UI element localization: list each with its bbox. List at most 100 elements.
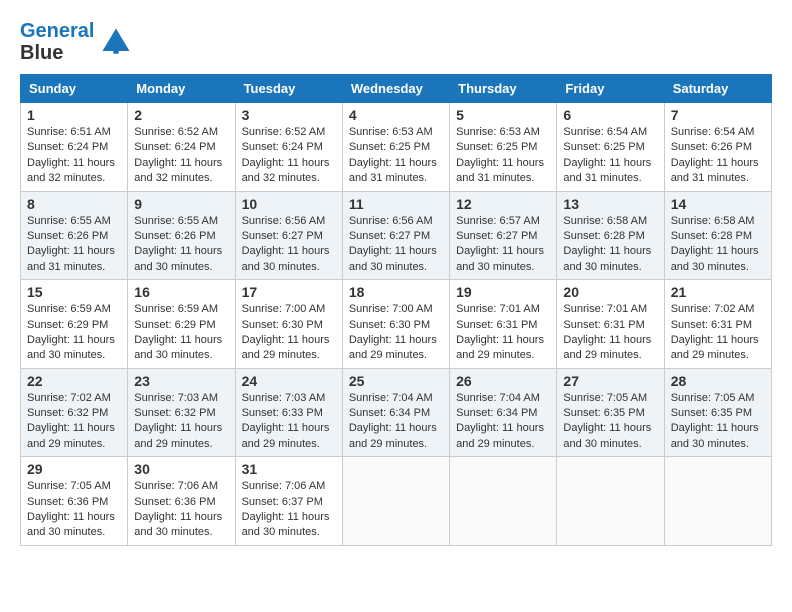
calendar-cell: 20 Sunrise: 7:01 AMSunset: 6:31 PMDaylig… (557, 280, 664, 369)
day-info: Sunrise: 7:01 AMSunset: 6:31 PMDaylight:… (563, 302, 657, 364)
calendar-cell: 13 Sunrise: 6:58 AMSunset: 6:28 PMDaylig… (557, 191, 664, 280)
day-info: Sunrise: 6:59 AMSunset: 6:29 PMDaylight:… (134, 302, 228, 364)
day-number: 11 (349, 196, 443, 212)
day-info: Sunrise: 6:51 AMSunset: 6:24 PMDaylight:… (27, 125, 121, 187)
calendar-cell: 8 Sunrise: 6:55 AMSunset: 6:26 PMDayligh… (21, 191, 128, 280)
day-info: Sunrise: 7:03 AMSunset: 6:33 PMDaylight:… (242, 391, 336, 453)
calendar-cell: 1 Sunrise: 6:51 AMSunset: 6:24 PMDayligh… (21, 103, 128, 192)
calendar-cell: 24 Sunrise: 7:03 AMSunset: 6:33 PMDaylig… (235, 368, 342, 457)
day-info: Sunrise: 7:00 AMSunset: 6:30 PMDaylight:… (349, 302, 443, 364)
logo: GeneralBlue (20, 20, 134, 64)
day-info: Sunrise: 6:54 AMSunset: 6:25 PMDaylight:… (563, 125, 657, 187)
day-info: Sunrise: 7:01 AMSunset: 6:31 PMDaylight:… (456, 302, 550, 364)
calendar-cell: 22 Sunrise: 7:02 AMSunset: 6:32 PMDaylig… (21, 368, 128, 457)
calendar-week-row: 29 Sunrise: 7:05 AMSunset: 6:36 PMDaylig… (21, 457, 772, 546)
day-number: 10 (242, 196, 336, 212)
day-number: 18 (349, 284, 443, 300)
calendar-cell (664, 457, 771, 546)
day-info: Sunrise: 6:52 AMSunset: 6:24 PMDaylight:… (242, 125, 336, 187)
day-number: 5 (456, 107, 550, 123)
day-number: 15 (27, 284, 121, 300)
weekday-header-sunday: Sunday (21, 75, 128, 103)
calendar-cell: 7 Sunrise: 6:54 AMSunset: 6:26 PMDayligh… (664, 103, 771, 192)
calendar-cell: 12 Sunrise: 6:57 AMSunset: 6:27 PMDaylig… (450, 191, 557, 280)
day-info: Sunrise: 6:55 AMSunset: 6:26 PMDaylight:… (27, 214, 121, 276)
day-info: Sunrise: 7:04 AMSunset: 6:34 PMDaylight:… (456, 391, 550, 453)
logo-icon (98, 24, 134, 60)
weekday-header-monday: Monday (128, 75, 235, 103)
weekday-header-saturday: Saturday (664, 75, 771, 103)
weekday-header-thursday: Thursday (450, 75, 557, 103)
day-info: Sunrise: 7:05 AMSunset: 6:35 PMDaylight:… (563, 391, 657, 453)
calendar-cell: 21 Sunrise: 7:02 AMSunset: 6:31 PMDaylig… (664, 280, 771, 369)
calendar-cell: 16 Sunrise: 6:59 AMSunset: 6:29 PMDaylig… (128, 280, 235, 369)
day-number: 26 (456, 373, 550, 389)
calendar-week-row: 22 Sunrise: 7:02 AMSunset: 6:32 PMDaylig… (21, 368, 772, 457)
calendar-week-row: 15 Sunrise: 6:59 AMSunset: 6:29 PMDaylig… (21, 280, 772, 369)
day-info: Sunrise: 7:00 AMSunset: 6:30 PMDaylight:… (242, 302, 336, 364)
day-number: 12 (456, 196, 550, 212)
calendar-cell: 18 Sunrise: 7:00 AMSunset: 6:30 PMDaylig… (342, 280, 449, 369)
calendar-table: SundayMondayTuesdayWednesdayThursdayFrid… (20, 74, 772, 546)
calendar-cell: 14 Sunrise: 6:58 AMSunset: 6:28 PMDaylig… (664, 191, 771, 280)
calendar-cell: 9 Sunrise: 6:55 AMSunset: 6:26 PMDayligh… (128, 191, 235, 280)
day-info: Sunrise: 6:55 AMSunset: 6:26 PMDaylight:… (134, 214, 228, 276)
calendar-cell: 19 Sunrise: 7:01 AMSunset: 6:31 PMDaylig… (450, 280, 557, 369)
day-number: 21 (671, 284, 765, 300)
day-number: 9 (134, 196, 228, 212)
page-header: GeneralBlue (20, 20, 772, 64)
calendar-cell: 4 Sunrise: 6:53 AMSunset: 6:25 PMDayligh… (342, 103, 449, 192)
calendar-cell (450, 457, 557, 546)
day-number: 24 (242, 373, 336, 389)
calendar-cell: 3 Sunrise: 6:52 AMSunset: 6:24 PMDayligh… (235, 103, 342, 192)
day-number: 8 (27, 196, 121, 212)
calendar-cell (342, 457, 449, 546)
day-info: Sunrise: 7:04 AMSunset: 6:34 PMDaylight:… (349, 391, 443, 453)
day-info: Sunrise: 7:05 AMSunset: 6:35 PMDaylight:… (671, 391, 765, 453)
day-number: 7 (671, 107, 765, 123)
day-number: 3 (242, 107, 336, 123)
logo-text: GeneralBlue (20, 20, 94, 64)
day-number: 1 (27, 107, 121, 123)
day-info: Sunrise: 7:02 AMSunset: 6:32 PMDaylight:… (27, 391, 121, 453)
day-info: Sunrise: 6:58 AMSunset: 6:28 PMDaylight:… (671, 214, 765, 276)
day-info: Sunrise: 7:03 AMSunset: 6:32 PMDaylight:… (134, 391, 228, 453)
calendar-cell: 10 Sunrise: 6:56 AMSunset: 6:27 PMDaylig… (235, 191, 342, 280)
day-number: 30 (134, 461, 228, 477)
calendar-cell: 26 Sunrise: 7:04 AMSunset: 6:34 PMDaylig… (450, 368, 557, 457)
day-info: Sunrise: 6:53 AMSunset: 6:25 PMDaylight:… (456, 125, 550, 187)
calendar-cell (557, 457, 664, 546)
day-info: Sunrise: 6:57 AMSunset: 6:27 PMDaylight:… (456, 214, 550, 276)
day-number: 4 (349, 107, 443, 123)
calendar-cell: 15 Sunrise: 6:59 AMSunset: 6:29 PMDaylig… (21, 280, 128, 369)
day-info: Sunrise: 6:52 AMSunset: 6:24 PMDaylight:… (134, 125, 228, 187)
calendar-cell: 6 Sunrise: 6:54 AMSunset: 6:25 PMDayligh… (557, 103, 664, 192)
day-info: Sunrise: 7:02 AMSunset: 6:31 PMDaylight:… (671, 302, 765, 364)
day-number: 20 (563, 284, 657, 300)
calendar-cell: 17 Sunrise: 7:00 AMSunset: 6:30 PMDaylig… (235, 280, 342, 369)
calendar-cell: 2 Sunrise: 6:52 AMSunset: 6:24 PMDayligh… (128, 103, 235, 192)
day-number: 14 (671, 196, 765, 212)
day-number: 19 (456, 284, 550, 300)
weekday-header-wednesday: Wednesday (342, 75, 449, 103)
day-info: Sunrise: 7:06 AMSunset: 6:37 PMDaylight:… (242, 479, 336, 541)
calendar-cell: 27 Sunrise: 7:05 AMSunset: 6:35 PMDaylig… (557, 368, 664, 457)
weekday-header-tuesday: Tuesday (235, 75, 342, 103)
day-number: 13 (563, 196, 657, 212)
calendar-header-row: SundayMondayTuesdayWednesdayThursdayFrid… (21, 75, 772, 103)
day-info: Sunrise: 7:05 AMSunset: 6:36 PMDaylight:… (27, 479, 121, 541)
calendar-cell: 11 Sunrise: 6:56 AMSunset: 6:27 PMDaylig… (342, 191, 449, 280)
day-info: Sunrise: 6:54 AMSunset: 6:26 PMDaylight:… (671, 125, 765, 187)
calendar-cell: 25 Sunrise: 7:04 AMSunset: 6:34 PMDaylig… (342, 368, 449, 457)
day-number: 25 (349, 373, 443, 389)
calendar-cell: 31 Sunrise: 7:06 AMSunset: 6:37 PMDaylig… (235, 457, 342, 546)
day-info: Sunrise: 6:58 AMSunset: 6:28 PMDaylight:… (563, 214, 657, 276)
day-number: 28 (671, 373, 765, 389)
day-number: 29 (27, 461, 121, 477)
day-info: Sunrise: 6:56 AMSunset: 6:27 PMDaylight:… (349, 214, 443, 276)
calendar-cell: 23 Sunrise: 7:03 AMSunset: 6:32 PMDaylig… (128, 368, 235, 457)
day-number: 6 (563, 107, 657, 123)
day-info: Sunrise: 6:56 AMSunset: 6:27 PMDaylight:… (242, 214, 336, 276)
calendar-cell: 30 Sunrise: 7:06 AMSunset: 6:36 PMDaylig… (128, 457, 235, 546)
day-info: Sunrise: 6:59 AMSunset: 6:29 PMDaylight:… (27, 302, 121, 364)
